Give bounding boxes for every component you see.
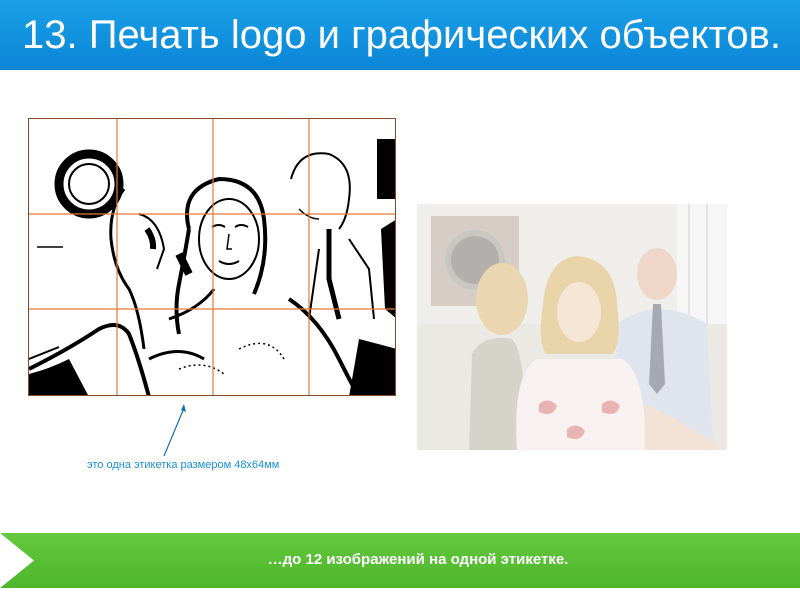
- photo-drawing: [417, 204, 727, 450]
- color-photo: [417, 204, 727, 450]
- bw-sketch-drawing: [29, 119, 395, 395]
- title-bar: 13. Печать logo и графических объектов.: [0, 0, 800, 70]
- footer-text: …до 12 изображений на одной этикетке.: [267, 551, 569, 568]
- pointer-arrow: [163, 404, 186, 457]
- footer-bar: …до 12 изображений на одной этикетке.: [0, 533, 800, 588]
- label-size-caption: это одна этикетка размером 48х64мм: [87, 459, 280, 471]
- bw-label-image: [28, 118, 396, 396]
- slide-title: 13. Печать logo и графических объектов.: [22, 13, 781, 57]
